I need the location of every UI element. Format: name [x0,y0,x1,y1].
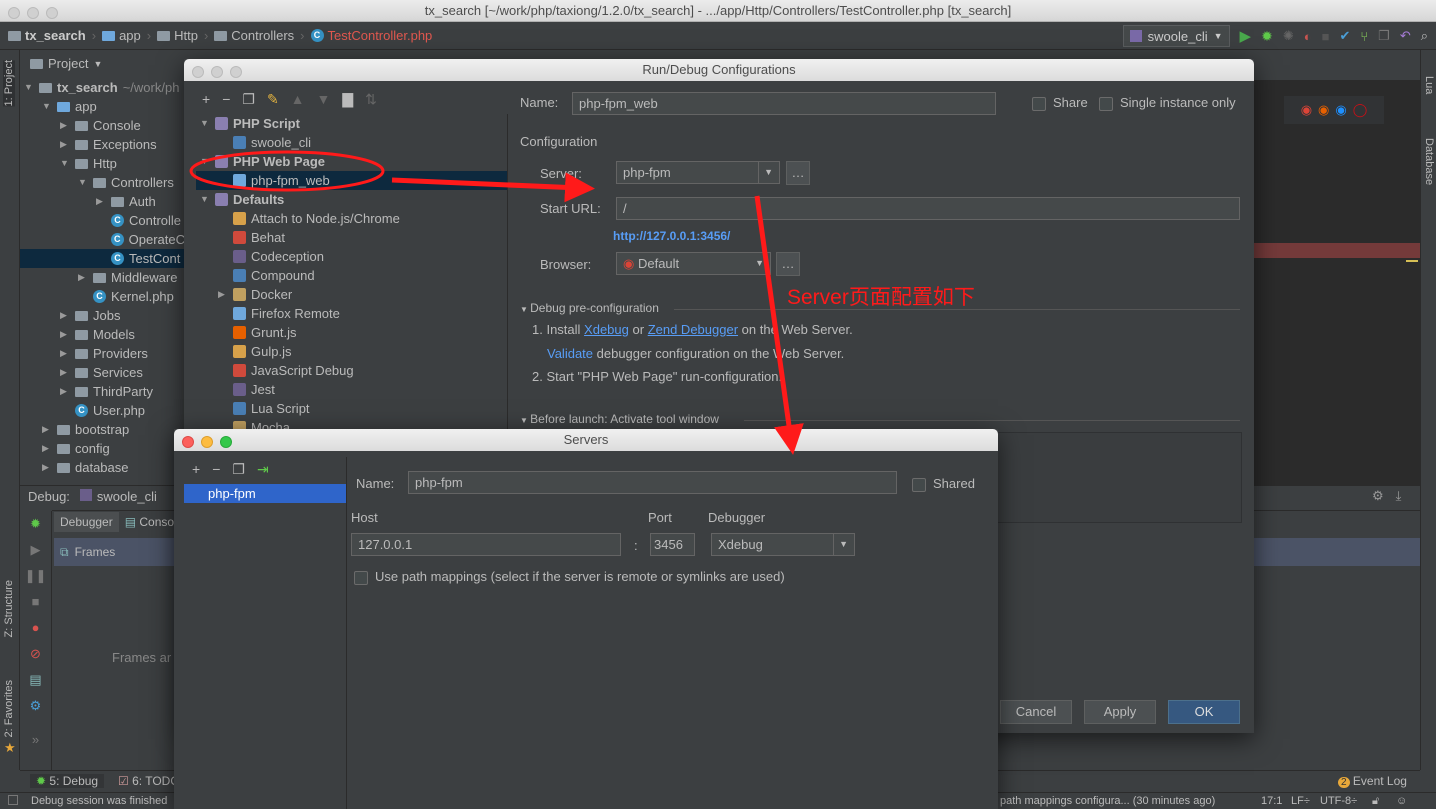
annotation-ellipse [189,150,385,192]
annotation-text: Server页面配置如下 [787,286,975,309]
annotation-overlay [189,150,804,455]
annotation-arrow-to-server [391,172,595,203]
annotation-arrow-to-servers-dialog [754,195,804,455]
